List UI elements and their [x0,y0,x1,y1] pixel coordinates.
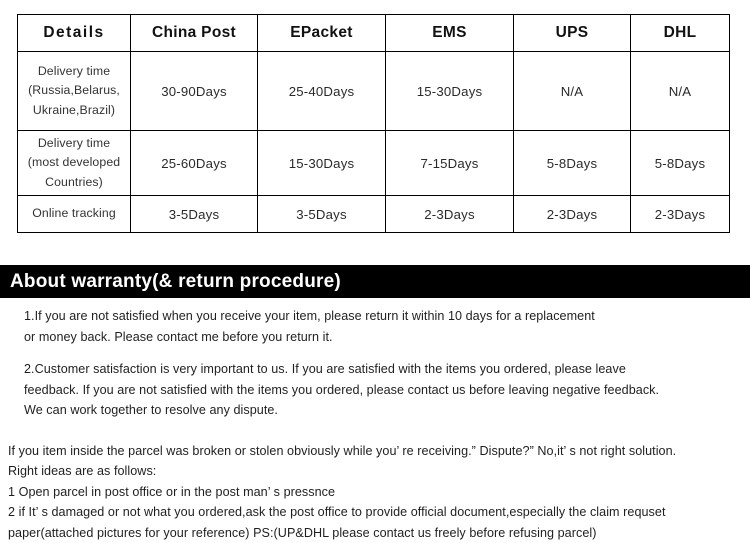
table-row: Delivery time (most developed Countries)… [18,131,730,196]
warranty-section-banner: About warranty(& return procedure) [0,265,750,298]
row-label-delivery-time-developed: Delivery time (most developed Countries) [18,131,131,196]
dispute-line: Right ideas are as follows: [8,461,750,482]
warranty-item-2-line: 2.Customer satisfaction is very importan… [24,359,750,380]
row-label-delivery-time-emerging: Delivery time (Russia,Belarus, Ukraine,B… [18,52,131,131]
cell-value: 25-60Days [131,131,258,196]
cell-value: 25-40Days [258,52,386,131]
column-header-ems: EMS [386,15,514,52]
column-header-details: Details [18,15,131,52]
cell-value: 15-30Days [386,52,514,131]
table-body: Delivery time (Russia,Belarus, Ukraine,B… [18,52,730,233]
cell-value: 3-5Days [258,196,386,233]
row-label-line: Countries) [18,173,130,192]
cell-value: 3-5Days [131,196,258,233]
column-header-dhl: DHL [631,15,730,52]
column-header-ups: UPS [514,15,631,52]
row-label-line: Ukraine,Brazil) [18,101,130,120]
cell-value: 2-3Days [631,196,730,233]
column-header-epacket: EPacket [258,15,386,52]
dispute-line: If you item inside the parcel was broken… [8,441,750,462]
cell-value: N/A [631,52,730,131]
row-label-line: Delivery time [18,134,130,153]
cell-value: 2-3Days [386,196,514,233]
cell-value: 5-8Days [514,131,631,196]
warranty-item-2-line: feedback. If you are not satisfied with … [24,380,750,401]
warranty-section-title: About warranty(& return procedure) [10,271,341,293]
row-label-line: Delivery time [18,62,130,81]
row-label-line: (Russia,Belarus, [18,81,130,100]
paragraph-spacer [0,421,750,441]
table-row: Online tracking 3-5Days 3-5Days 2-3Days … [18,196,730,233]
row-label-line: (most developed [18,153,130,172]
cell-value: 2-3Days [514,196,631,233]
shipping-table-container: Details China Post EPacket EMS UPS DHL D… [17,14,729,233]
cell-value: N/A [514,52,631,131]
cell-value: 15-30Days [258,131,386,196]
table-header-row: Details China Post EPacket EMS UPS DHL [18,15,730,52]
cell-value: 7-15Days [386,131,514,196]
table-row: Delivery time (Russia,Belarus, Ukraine,B… [18,52,730,131]
table-header-row-group: Details China Post EPacket EMS UPS DHL [18,15,730,52]
warranty-item-2: 2.Customer satisfaction is very importan… [0,359,750,421]
warranty-body: 1.If you are not satisfied when you rece… [0,306,750,543]
warranty-item-1-line: or money back. Please contact me before … [24,327,750,348]
warranty-item-1: 1.If you are not satisfied when you rece… [0,306,750,347]
cell-value: 5-8Days [631,131,730,196]
paragraph-spacer [0,347,750,359]
dispute-step-1: 1 Open parcel in post office or in the p… [8,482,750,503]
dispute-step-2: 2 if It’ s damaged or not what you order… [8,502,750,523]
warranty-item-1-line: 1.If you are not satisfied when you rece… [24,306,750,327]
shipping-delivery-table: Details China Post EPacket EMS UPS DHL D… [17,14,730,233]
cell-value: 30-90Days [131,52,258,131]
row-label-online-tracking: Online tracking [18,196,131,233]
row-label-line: Online tracking [18,204,130,223]
warranty-item-2-line: We can work together to resolve any disp… [24,400,750,421]
column-header-china-post: China Post [131,15,258,52]
dispute-instructions: If you item inside the parcel was broken… [0,441,750,543]
